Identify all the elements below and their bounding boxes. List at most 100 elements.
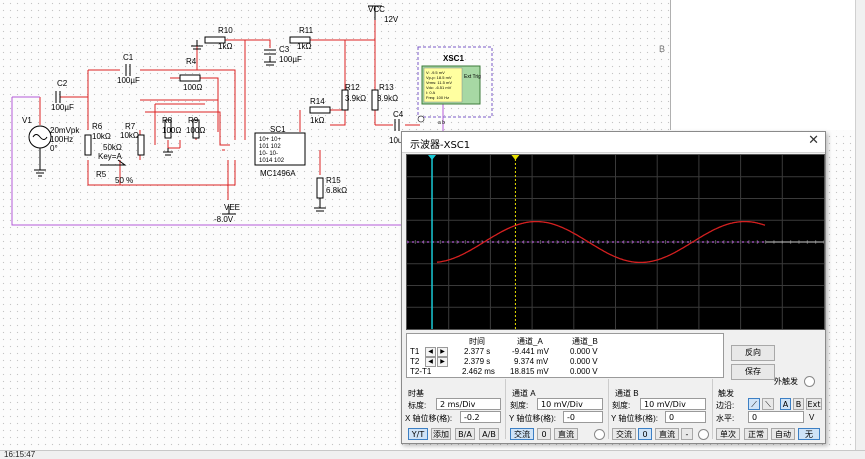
row-label-t1: T1 — [410, 347, 420, 356]
component-value: 1kΩ — [297, 42, 311, 51]
trigger-source-b[interactable]: B — [793, 398, 804, 410]
r5-value: 50kΩ — [103, 143, 122, 152]
trigger-source-a[interactable]: A — [780, 398, 791, 410]
mode-ba-button[interactable]: B/A — [455, 428, 475, 440]
xsc-terminals: a b — [438, 120, 445, 126]
t2-left-arrow-icon[interactable]: ◀ — [425, 357, 436, 367]
component-value: 10kΩ — [120, 131, 139, 140]
t1-time: 2.377 s — [464, 347, 491, 356]
t2-time: 2.379 s — [464, 357, 491, 366]
t2-channel-b: 0.000 V — [570, 357, 598, 366]
vcc-value: 12V — [384, 15, 399, 24]
component-value: 1kΩ — [310, 116, 324, 125]
timebase-scale-label: 标度: — [408, 401, 427, 410]
t1-channel-a: -9.441 mV — [512, 347, 549, 356]
invert-button[interactable]: 反向 — [731, 345, 775, 361]
component-ref: R4 — [186, 57, 197, 66]
x-position-label: X 轴位移(格): — [405, 414, 453, 423]
channel-b-minus-button[interactable]: - — [681, 428, 693, 440]
r5-key: Key=A — [98, 152, 122, 161]
r5-ref: R5 — [96, 170, 107, 179]
v1-ref: V1 — [22, 116, 32, 125]
channel-a-terminal[interactable] — [594, 429, 605, 440]
xsc1-label: XSC1 — [443, 54, 464, 63]
mode-ab-button[interactable]: A/B — [479, 428, 499, 440]
row-label-delta: T2-T1 — [410, 367, 432, 376]
channel-b-zero-button[interactable]: 0 — [638, 428, 652, 440]
channel-a-ypos-field[interactable]: -0 — [563, 411, 603, 423]
oscilloscope-titlebar[interactable]: 示波器-XSC1 ✕ — [402, 132, 825, 153]
v1-frequency: 100Hz — [50, 135, 73, 144]
channel-b-terminal[interactable] — [698, 429, 709, 440]
trigger-auto-button[interactable]: 自动 — [771, 428, 795, 440]
ext-trigger-terminal[interactable] — [804, 376, 815, 387]
vcc-label: VCC — [368, 5, 385, 14]
component-ref: R8 — [162, 116, 173, 125]
trigger-level-field[interactable]: 0 — [748, 411, 804, 423]
trigger-level-label: 水平: — [716, 414, 735, 423]
delta-channel-a: 18.815 mV — [510, 367, 549, 376]
channel-b-scale-field[interactable]: 10 mV/Div — [640, 398, 706, 410]
trigger-source-ext[interactable]: Ext — [806, 398, 822, 410]
ic-pin-text: 10+ 10+ — [259, 137, 282, 143]
component-ref: R11 — [299, 26, 314, 35]
channel-a-dc-button[interactable]: 直流 — [554, 428, 578, 440]
component-value: 100µF — [279, 55, 302, 64]
col-header-channel-a: 通道_A — [517, 337, 543, 346]
component-ref: R6 — [92, 122, 103, 131]
channel-a-scale-field[interactable]: 10 mV/Div — [537, 398, 603, 410]
component-ref: R15 — [326, 176, 341, 185]
channel-b-dc-button[interactable]: 直流 — [655, 428, 679, 440]
mode-yt-button[interactable]: Y/T — [408, 428, 428, 440]
component-ref: R10 — [218, 26, 233, 35]
channel-b-scale-label: 刻度: — [612, 401, 631, 410]
channel-b-ypos-field[interactable]: 0 — [665, 411, 706, 423]
ext-trigger-label: 外触发 — [774, 377, 798, 386]
component-ref: R14 — [310, 97, 325, 106]
channel-b-ypos-label: Y 轴位移(格): — [611, 414, 658, 423]
trigger-none-button[interactable]: 无 — [798, 428, 820, 440]
trigger-level-unit: V — [809, 413, 815, 422]
cursor-readout-table: 时间 通道_A 通道_B T1 ◀ ▶ 2.377 s -9.441 mV 0.… — [406, 333, 724, 378]
ic-pin-text: 10- 10- — [259, 151, 278, 157]
component-ref: C2 — [57, 79, 68, 88]
component-value: 10kΩ — [92, 132, 111, 141]
timebase-scale-field[interactable]: 2 ms/Div — [436, 398, 501, 410]
delta-time: 2.462 ms — [462, 367, 495, 376]
close-icon[interactable]: ✕ — [808, 133, 819, 148]
delta-channel-b: 0.000 V — [570, 367, 598, 376]
component-value: 100µF — [51, 103, 74, 112]
section-divider — [608, 379, 609, 439]
t1-right-arrow-icon[interactable]: ▶ — [437, 347, 448, 357]
oscilloscope-window[interactable]: 示波器-XSC1 ✕ 时间 通道_A 通道_B T1 ◀ ▶ 2.377 s -… — [401, 131, 826, 444]
trigger-single-button[interactable]: 单次 — [716, 428, 740, 440]
col-header-channel-b: 通道_B — [572, 337, 598, 346]
t2-right-arrow-icon[interactable]: ▶ — [437, 357, 448, 367]
component-ref: C4 — [393, 110, 404, 119]
x-position-field[interactable]: -0.2 — [460, 411, 501, 423]
channel-a-ac-button[interactable]: 交流 — [510, 428, 534, 440]
probe-icon — [417, 115, 425, 123]
vee-value: -8.0V — [214, 215, 234, 224]
save-button[interactable]: 保存 — [731, 364, 775, 380]
col-header-time: 时间 — [469, 337, 485, 346]
row-label-t2: T2 — [410, 357, 420, 366]
trigger-normal-button[interactable]: 正常 — [744, 428, 768, 440]
component-value: 100Ω — [186, 126, 205, 135]
t1-channel-b: 0.000 V — [570, 347, 598, 356]
t1-left-arrow-icon[interactable]: ◀ — [425, 347, 436, 357]
rising-edge-icon[interactable]: ⟋ — [748, 398, 760, 410]
component-ref: R9 — [188, 116, 199, 125]
channel-a-zero-button[interactable]: 0 — [537, 428, 551, 440]
mode-add-button[interactable]: 添加 — [431, 428, 451, 440]
v1-phase: 0° — [50, 144, 58, 153]
trigger-title: 触发 — [718, 389, 734, 398]
component-ref: C1 — [123, 53, 134, 62]
grid-border-letter: B — [659, 44, 666, 54]
channel-b-ac-button[interactable]: 交流 — [612, 428, 636, 440]
probe-text: Freq: 100 Hz — [426, 95, 449, 100]
ic-pin-text: 1014 102 — [259, 158, 285, 164]
section-divider — [505, 379, 506, 439]
falling-edge-icon[interactable]: ⟍ — [762, 398, 774, 410]
vertical-scrollbar[interactable] — [855, 0, 865, 450]
